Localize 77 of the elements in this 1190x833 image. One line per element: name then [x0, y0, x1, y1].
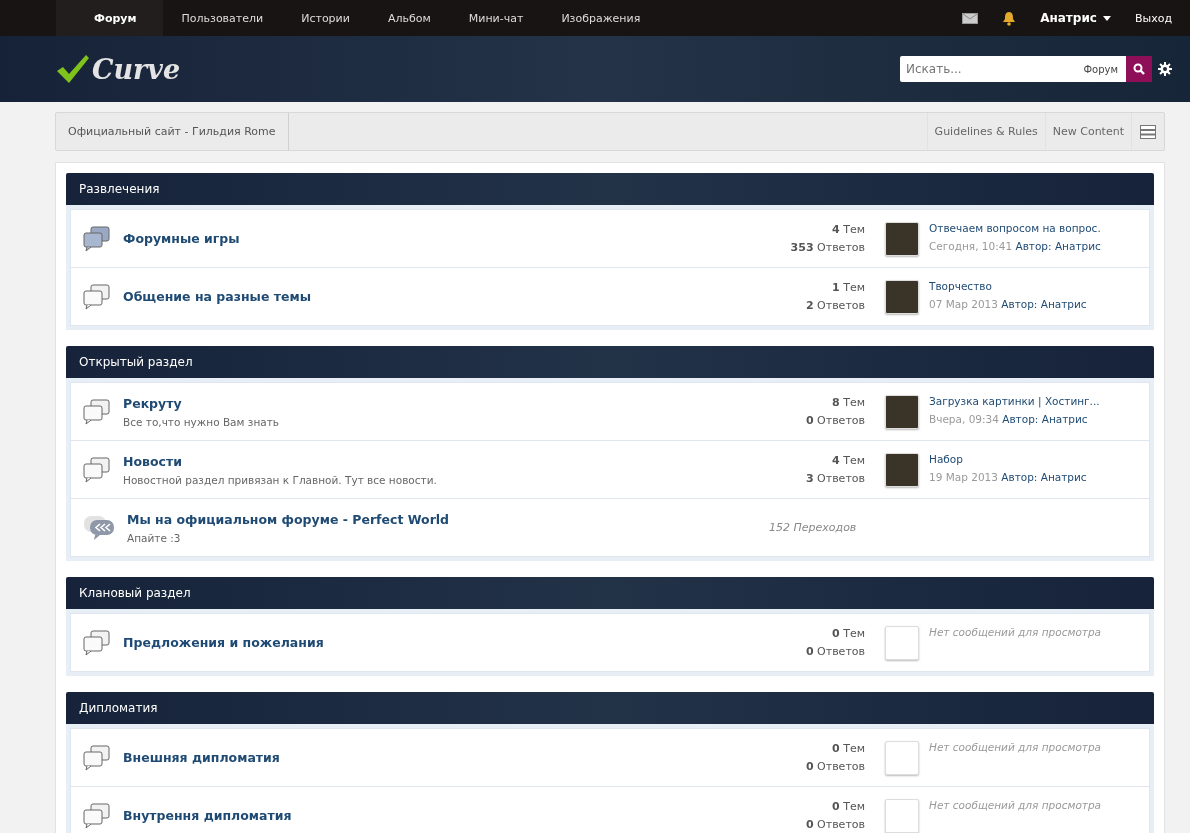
category-title: Клановый раздел	[79, 586, 191, 600]
nav-tab[interactable]: Альбом	[368, 0, 450, 36]
empty-avatar	[885, 741, 919, 775]
category-title: Открытый раздел	[79, 355, 193, 369]
forum-title-link[interactable]: Внутрення дипломатия	[123, 808, 755, 823]
redirect-bubble-icon	[83, 514, 115, 541]
bell-icon[interactable]	[1002, 10, 1017, 26]
reply-count: 2 Ответов	[805, 299, 865, 312]
topic-count: 0 Тем	[832, 627, 865, 640]
post-date: Сегодня, 10:41	[929, 240, 1013, 252]
forum-title-link[interactable]: Форумные игры	[123, 231, 755, 246]
reply-count: 3 Ответов	[805, 472, 865, 485]
author-link[interactable]: Анатрис	[1054, 240, 1101, 252]
author-label: Автор:	[1001, 471, 1038, 483]
user-menu[interactable]: Анатрис	[1040, 11, 1111, 25]
caret-icon	[1102, 15, 1111, 21]
post-date: 07 Мар 2013	[929, 298, 998, 310]
no-posts-text: Нет сообщений для просмотра	[929, 799, 1102, 811]
nav-tab[interactable]: Изображения	[542, 0, 660, 36]
no-posts-text: Нет сообщений для просмотра	[929, 626, 1102, 638]
reply-count: 353 Ответов	[790, 241, 865, 254]
nav-tab[interactable]: Мини-чат	[449, 0, 543, 36]
reply-count: 0 Ответов	[805, 818, 865, 831]
topic-count: 0 Тем	[832, 742, 865, 755]
search-scope[interactable]: Форум	[1083, 63, 1118, 75]
post-date: Вчера, 09:34	[929, 413, 999, 425]
breadcrumb-link[interactable]: Официальный сайт - Гильдия Rome	[56, 113, 289, 150]
topic-count: 1 Тем	[832, 281, 865, 294]
nav-link[interactable]: Guidelines & Rules	[926, 113, 1045, 150]
logo-text: Curve	[92, 53, 181, 85]
author-link[interactable]: Анатрис	[1040, 298, 1087, 310]
forum-title-link[interactable]: Внешняя дипломатия	[123, 750, 755, 765]
author-label: Автор:	[1015, 240, 1052, 252]
forum-description: Апайте :3	[127, 531, 182, 544]
forum-title-link[interactable]: Предложения и пожелания	[123, 635, 755, 650]
avatar-photo-placeholder[interactable]	[885, 395, 919, 429]
reply-count: 0 Ответов	[805, 645, 865, 658]
search-field[interactable]: Искать... Форум	[900, 56, 1126, 82]
author-label: Автор:	[1002, 413, 1039, 425]
forum-description: Все то,что нужно Вам знать	[123, 415, 280, 428]
no-posts-text: Нет сообщений для просмотра	[929, 741, 1102, 753]
redirect-count: 152 Переходов	[769, 521, 857, 534]
forum-title-link[interactable]: Новости	[123, 453, 755, 469]
post-date: 19 Мар 2013	[929, 471, 998, 483]
last-post-link[interactable]: Набор	[929, 453, 1087, 465]
forum-title-link[interactable]: Рекруту	[123, 395, 755, 411]
forum-description: Новостной раздел привязан к Главной. Тут все новости.	[123, 473, 438, 486]
avatar-photo-placeholder[interactable]	[885, 222, 919, 256]
checkmark-icon	[56, 54, 90, 84]
topic-count: 4 Тем	[832, 223, 865, 236]
empty-avatar	[885, 626, 919, 660]
topic-count: 4 Тем	[832, 454, 865, 467]
forum-title-link[interactable]: Общение на разные темы	[123, 289, 755, 304]
author-label: Автор:	[1001, 298, 1038, 310]
search-button[interactable]	[1126, 56, 1152, 82]
settings-icon[interactable]	[1158, 62, 1172, 76]
reply-count: 0 Ответов	[805, 760, 865, 773]
nav-tab[interactable]: Истории	[282, 0, 369, 36]
last-post-link[interactable]: Загрузка картинки | Хостинг...	[929, 395, 1100, 407]
author-link[interactable]: Анатрис	[1040, 471, 1087, 483]
nav-tab[interactable]: Пользователи	[162, 0, 283, 36]
envelope-icon[interactable]	[962, 12, 979, 24]
avatar-photo-placeholder[interactable]	[885, 453, 919, 487]
avatar-photo-placeholder[interactable]	[885, 280, 919, 314]
forum-title-link[interactable]: Мы на официальном форуме - Perfect World	[127, 511, 755, 527]
last-post-link[interactable]: Отвечаем вопросом на вопрос.	[929, 222, 1101, 234]
author-link[interactable]: Анатрис	[1041, 413, 1088, 425]
last-post-link[interactable]: Творчество	[929, 280, 1087, 292]
logout-link[interactable]: Выход	[1134, 11, 1172, 25]
category-title: Развлечения	[79, 182, 160, 196]
search-icon	[1133, 63, 1145, 75]
category-title: Дипломатия	[79, 701, 158, 715]
topic-count: 0 Тем	[832, 800, 865, 813]
nav-tab[interactable]: Форум	[56, 0, 163, 36]
nav-link[interactable]: New Content	[1044, 113, 1131, 150]
reply-count: 0 Ответов	[805, 414, 865, 427]
topic-count: 8 Тем	[832, 396, 865, 409]
